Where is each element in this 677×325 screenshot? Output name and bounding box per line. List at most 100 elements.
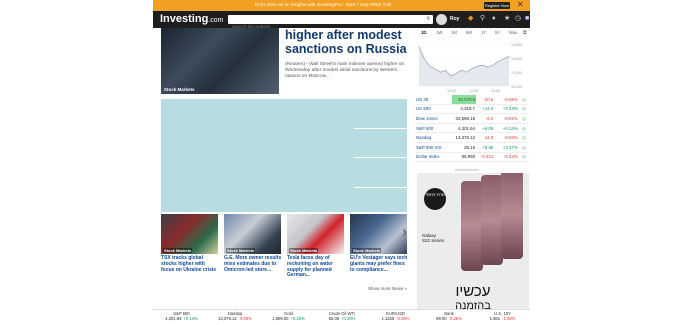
search-box[interactable]: ⚲	[228, 15, 433, 31]
quote-last: 33,579.5	[451, 95, 477, 105]
article-card-title[interactable]: Tesla faces day of reckoning on water su…	[287, 255, 345, 279]
quote-row[interactable]: S&P 500 VIX 29.16 +0.95 +3.37% ◷	[415, 142, 529, 153]
tab-timeframe[interactable]: Max	[509, 30, 517, 35]
logo-suffix: .com	[208, 17, 224, 24]
article-card-image[interactable]: Stock Markets	[161, 214, 218, 254]
ticker-item[interactable]: Crude Oil WTI 92.09 +0.20%	[315, 311, 370, 322]
hero-image[interactable]: Stock Markets	[161, 28, 279, 94]
ticker-item[interactable]: Bank 99.00 -0.28%	[422, 311, 477, 322]
register-now-button[interactable]: Register Now	[484, 2, 510, 9]
ad-divider	[354, 157, 407, 158]
tab-timeframe[interactable]: 1Y	[481, 30, 486, 35]
chart-x-tick-label: 14:00	[491, 89, 500, 93]
chevron-right-icon[interactable]: ❯	[402, 229, 407, 236]
article-card-title[interactable]: TSX tracks global stocks higher with foc…	[161, 255, 219, 273]
ticker-item[interactable]: Nasdaq 13,379.12 -0.09%	[208, 311, 263, 322]
logo-main: Investing	[160, 13, 209, 25]
chart-area-fill	[419, 46, 509, 86]
advertisement-label: Advertisement	[455, 168, 480, 172]
expand-icon[interactable]: ⧉	[523, 30, 527, 36]
quote-name[interactable]: Dow Jones	[415, 113, 452, 124]
quote-name[interactable]: S&P 500	[415, 123, 452, 134]
clock-icon[interactable]: ◷	[515, 15, 521, 23]
tab-timeframe[interactable]: 1D	[421, 30, 427, 35]
side-advertisement[interactable]: מחיר מיוחד Galaxy S22 Series עכשיו בהזמנ…	[417, 173, 529, 315]
market-open-icon: ◷	[518, 123, 529, 134]
hero-summary: (Reuters) - Wall Street's main indexes o…	[285, 62, 405, 79]
ticker-item[interactable]: EUR/USD 1.1320 -0.06%	[368, 311, 423, 322]
ad-divider	[354, 187, 407, 188]
card-category-tag: Stock Markets	[352, 248, 382, 253]
market-open-icon: ◷	[518, 104, 529, 115]
ad-placeholder-side[interactable]	[354, 99, 407, 212]
article-card-title[interactable]: G.E. More owner results miss estimates d…	[224, 255, 282, 273]
index-chart[interactable]: 13,800 13,600 13,400 13,200 10:00 12:00 14:00	[417, 38, 529, 94]
quote-name[interactable]: Nasdaq	[415, 132, 452, 143]
chart-x-tick-label: 12:00	[469, 89, 478, 93]
tab-timeframe[interactable]: 1M	[451, 30, 457, 35]
quote-change-percent: -0.33%	[494, 152, 519, 163]
chart-y-tick-label: 13,800	[511, 43, 522, 47]
bottom-ticker: S&P 500 4,301.94 +0.14% Nasdaq 13,379.12 -0.0…	[153, 309, 530, 325]
quote-row[interactable]: US 500 4,319.7 +14.0 +0.33% ◷	[415, 104, 529, 115]
quote-change-percent: -0.09%	[494, 132, 519, 143]
star-icon[interactable]: ★	[504, 15, 510, 23]
tab-timeframe[interactable]: 1W	[436, 30, 442, 35]
ticker-item[interactable]: Gold 1,909.00 +0.18%	[261, 311, 316, 322]
pro-icon[interactable]: ◆	[468, 15, 473, 23]
search-icon[interactable]: ⚲	[426, 16, 430, 22]
quote-name[interactable]: Dollar Index	[415, 152, 452, 163]
quote-row[interactable]: Nasdaq 13,379.12 -11.9 -0.09% ◷	[415, 132, 529, 143]
ticker-value: 1,909.00	[272, 316, 289, 322]
ticker-item[interactable]: U.S. 10Y 1.981 -1.08%	[475, 311, 530, 322]
ad-placeholder-main[interactable]	[161, 99, 354, 212]
phone-image	[501, 173, 523, 259]
hero-headline[interactable]: higher after modest sanctions on Russia	[285, 28, 413, 56]
quote-change: -0.321	[476, 152, 495, 163]
quote-row[interactable]: US 30 33,579.5 -20.6 -0.06% ◷	[415, 95, 529, 105]
tab-timeframe[interactable]: 6M	[466, 30, 472, 35]
quote-change: +14.0	[476, 104, 495, 115]
quote-last: 4,319.7	[451, 104, 477, 115]
quote-row[interactable]: Dow Jones 33,598.18 -8.0 -0.02% ◷	[415, 113, 529, 124]
ticker-item[interactable]: S&P 500 4,301.94 +0.14%	[154, 311, 209, 322]
ad-headline: עכשיו	[455, 283, 491, 300]
quote-row[interactable]: S&P 500 4,301.94 +6.05 +0.14% ◷	[415, 123, 529, 134]
quote-change-percent: +3.37%	[494, 142, 519, 153]
quote-row[interactable]: Dollar Index 95.990 -0.321 -0.33% ◷	[415, 152, 529, 163]
article-card-image[interactable]: Stock Markets	[350, 214, 407, 254]
bell-icon[interactable]: ♦	[492, 15, 496, 23]
search-icon[interactable]: ⚲	[480, 15, 485, 23]
tab-timeframe[interactable]: 5Y	[495, 30, 500, 35]
article-card-image[interactable]: Stock Markets	[224, 214, 281, 254]
top-navbar: Investing.com ⚲ Roy ◆ ⚲ ♦ ★ ◷ ■	[153, 11, 530, 31]
quote-change-percent: +0.33%	[494, 104, 519, 115]
quote-change-percent: -0.02%	[494, 113, 519, 124]
promo-text: Don't miss out on insights with Investin…	[255, 2, 392, 7]
quote-name[interactable]: US 30	[415, 95, 452, 105]
ticker-change: -0.28%	[448, 316, 462, 322]
quote-name[interactable]: US 500	[415, 104, 452, 115]
hero-category-tag: Stock Markets	[164, 87, 195, 92]
quotes-table: US 30 33,579.5 -20.6 -0.06% ◷ US 500 4,319.7 +1…	[415, 95, 529, 163]
market-open-icon: ◷	[518, 113, 529, 124]
chart-y-ticks: 13,800 13,600 13,400 13,200	[511, 43, 522, 89]
close-icon[interactable]: ✕	[517, 0, 524, 9]
ticker-value: 92.09	[328, 316, 340, 322]
site-logo[interactable]: Investing.com	[160, 13, 223, 25]
quote-last: 4,301.94	[451, 123, 477, 134]
article-card-image[interactable]: Stock Markets	[287, 214, 344, 254]
quote-name[interactable]: S&P 500 VIX	[415, 142, 452, 153]
article-card-title[interactable]: EU's Vestager says tech giants may prefe…	[350, 255, 408, 273]
ticker-value: 13,379.12	[218, 316, 237, 322]
user-name[interactable]: Roy	[450, 16, 459, 22]
avatar[interactable]	[436, 14, 447, 25]
flag-icon[interactable]: ■	[525, 15, 529, 23]
show-more-news-link[interactable]: Show more News »	[368, 286, 407, 291]
chart-y-tick-label: 13,600	[511, 57, 522, 61]
ticker-value: 1.1320	[381, 316, 395, 322]
quote-change: +0.95	[476, 142, 495, 153]
card-category-tag: Stock Markets	[289, 248, 319, 253]
quote-last: 13,379.12	[451, 132, 477, 143]
ticker-change: -0.09%	[238, 316, 252, 322]
